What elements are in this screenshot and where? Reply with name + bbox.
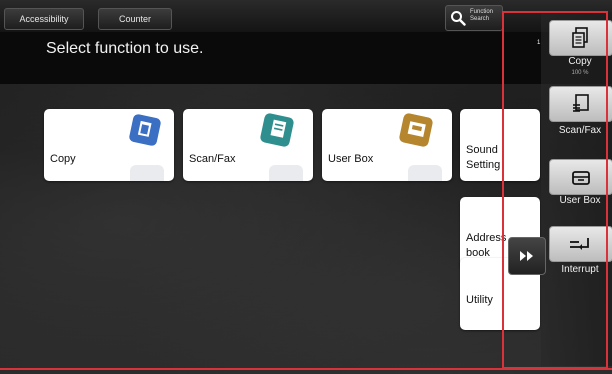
panel-scan-fax-button[interactable] <box>549 86 612 122</box>
panel-copy-label: Copy <box>568 56 592 67</box>
page-title: Select function to use. <box>46 40 204 57</box>
panel-interrupt-label: Interrupt <box>561 264 599 275</box>
user-box-icon <box>399 113 433 147</box>
copy-shadow-decoration <box>130 165 164 181</box>
top-bar <box>0 0 612 32</box>
address-book-tile-label: Address book <box>466 232 507 259</box>
copy-tile-label: Copy <box>50 153 76 165</box>
function-search-button[interactable]: Function Search <box>445 5 503 31</box>
scan-icon <box>260 113 294 147</box>
scan-fax-tile[interactable]: Scan/Fax <box>183 109 313 181</box>
panel-user-box-label: User Box <box>559 195 601 206</box>
interrupt-icon <box>570 238 589 250</box>
scan-fax-tile-label: Scan/Fax <box>189 153 236 165</box>
double-chevron-right-icon <box>520 251 533 261</box>
search-icon <box>451 11 466 26</box>
panel-user-box-button[interactable] <box>549 159 612 195</box>
utility-tile-label: Utility <box>466 294 493 306</box>
accessibility-button[interactable]: Accessibility <box>4 8 84 30</box>
copy-tile[interactable]: Copy <box>44 109 174 181</box>
scan-shadow-decoration <box>269 165 303 181</box>
sound-setting-tile[interactable]: Sound Setting <box>460 109 540 181</box>
panel-scan-fax-label: Scan/Fax <box>558 125 602 136</box>
user-box-tile-label: User Box <box>328 153 374 165</box>
highlight-underline <box>0 368 612 370</box>
expand-panel-button[interactable] <box>508 237 546 275</box>
panel-copy-ratio: 100 % <box>571 70 589 76</box>
user-box-tile[interactable]: User Box <box>322 109 452 181</box>
counter-hint: 1 <box>537 40 541 46</box>
copy-icon <box>129 114 161 146</box>
sound-setting-tile-label: Sound Setting <box>466 144 501 171</box>
function-search-label: Function Search <box>470 9 494 22</box>
scan-icon <box>573 94 589 112</box>
counter-button[interactable]: Counter <box>98 8 172 30</box>
panel-interrupt-button[interactable] <box>549 226 612 262</box>
copy-icon <box>572 27 588 48</box>
panel-copy-button[interactable] <box>549 20 612 56</box>
user-box-shadow-decoration <box>408 165 442 181</box>
user-box-icon <box>572 171 590 185</box>
